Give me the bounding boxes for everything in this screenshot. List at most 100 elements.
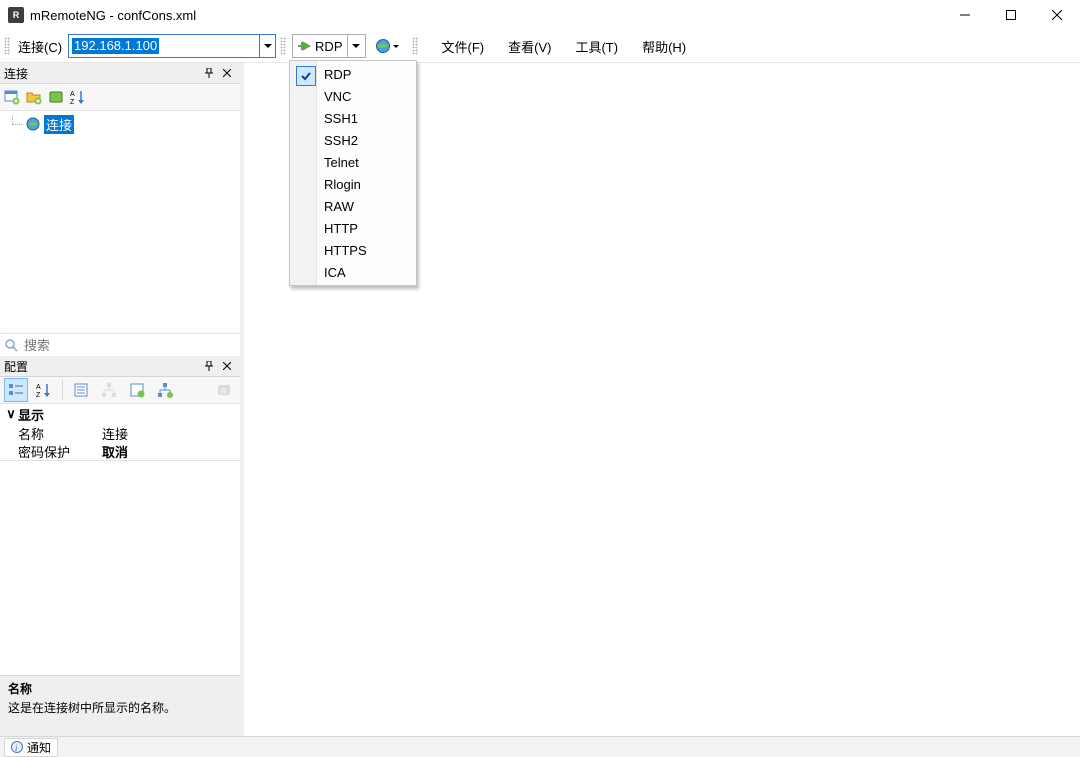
globe-dropdown-caret [393, 45, 399, 48]
globe-icon [375, 38, 391, 54]
property-key: 密码保护 [18, 442, 102, 461]
left-column: 连接 AZ [0, 63, 244, 738]
inheritance-button [97, 378, 121, 402]
protocol-option-label: SSH2 [324, 133, 358, 148]
config-panel-header: 配置 [0, 356, 240, 377]
default-inheritance-button[interactable] [153, 378, 177, 402]
default-properties-button[interactable] [125, 378, 149, 402]
menu-item[interactable]: 帮助(H) [630, 33, 698, 60]
title-bar: R mRemoteNG - confCons.xml [0, 0, 1080, 30]
protocol-icon [296, 38, 312, 54]
protocol-option[interactable]: RDP [292, 63, 414, 85]
property-key: 名称 [18, 424, 102, 443]
config-close-button[interactable] [218, 357, 236, 375]
property-description: 名称 这是在连接树中所显示的名称。 [0, 675, 240, 738]
svg-text:Z: Z [36, 392, 41, 398]
toolbar-grip[interactable] [4, 37, 10, 55]
config-toolbar: AZ R [0, 377, 240, 404]
globe-icon [26, 117, 40, 131]
notifications-button[interactable]: i 通知 [4, 738, 58, 757]
search-icon [4, 338, 18, 352]
property-value[interactable]: 取消 [102, 442, 128, 461]
window-title: mRemoteNG - confCons.xml [30, 8, 196, 23]
protocol-option-label: SSH1 [324, 111, 358, 126]
protocol-option-label: VNC [324, 89, 351, 104]
protocol-option[interactable]: Telnet [292, 151, 414, 173]
menu-item[interactable]: 工具(T) [563, 33, 630, 60]
minimize-button[interactable] [942, 0, 988, 30]
categorized-button[interactable] [4, 378, 28, 402]
globe-button[interactable] [370, 34, 404, 58]
close-button[interactable] [1034, 0, 1080, 30]
maximize-button[interactable] [988, 0, 1034, 30]
protocol-option[interactable]: VNC [292, 85, 414, 107]
new-connection-icon[interactable] [4, 89, 20, 105]
tree-root-node[interactable]: 连接 [2, 115, 238, 133]
menu-item[interactable]: 文件(F) [430, 33, 497, 60]
property-desc-body: 这是在连接树中所显示的名称。 [8, 699, 232, 716]
protocol-dropdown-list[interactable]: RDP VNC SSH1 SSH2 Telnet Rlogin RAW HTTP HTTPS IC… [289, 60, 417, 286]
properties-button[interactable] [69, 378, 93, 402]
property-row[interactable]: 名称连接 [0, 424, 240, 442]
connection-search-row [0, 333, 240, 356]
connections-pin-button[interactable] [200, 64, 218, 82]
protocol-option-label: HTTP [324, 221, 358, 236]
toolbar-grip-3[interactable] [412, 37, 418, 55]
sort-az-icon[interactable]: AZ [70, 89, 86, 105]
status-bar: i 通知 [0, 736, 1080, 757]
protocol-dropdown-arrow[interactable] [347, 35, 365, 57]
svg-text:R: R [221, 387, 227, 396]
property-grid[interactable]: ∨ 显示 名称连接密码保护取消 [0, 404, 240, 461]
host-status-button: R [212, 378, 236, 402]
address-input[interactable] [69, 36, 259, 56]
protocol-option[interactable]: Rlogin [292, 173, 414, 195]
address-dropdown-arrow[interactable] [259, 35, 275, 57]
connect-label: 连接(C) [18, 37, 62, 56]
config-pin-button[interactable] [200, 357, 218, 375]
toolbar-grip-2[interactable] [280, 37, 286, 55]
protocol-option[interactable]: ICA [292, 261, 414, 283]
protocol-option[interactable]: HTTPS [292, 239, 414, 261]
category-collapse-caret[interactable]: ∨ [4, 406, 18, 422]
property-value[interactable]: 连接 [102, 424, 128, 443]
connections-toolbar: AZ [0, 84, 240, 111]
protocol-option-label: Rlogin [324, 177, 361, 192]
tree-root-label[interactable]: 连接 [44, 115, 74, 134]
notifications-label: 通知 [27, 739, 51, 756]
app-icon: R [8, 7, 24, 23]
category-label: 显示 [18, 405, 44, 424]
protocol-option[interactable]: HTTP [292, 217, 414, 239]
property-desc-title: 名称 [8, 680, 232, 697]
menu-item[interactable]: 查看(V) [496, 33, 563, 60]
svg-text:Z: Z [70, 99, 75, 105]
info-icon: i [11, 741, 23, 753]
connection-tree[interactable]: 连接 [0, 111, 240, 333]
property-row[interactable]: 密码保护取消 [0, 442, 240, 460]
protocol-option-label: RAW [324, 199, 354, 214]
protocol-option-label: HTTPS [324, 243, 367, 258]
menu-bar: 文件(F)查看(V)工具(T)帮助(H) [430, 33, 699, 60]
protocol-option[interactable]: SSH2 [292, 129, 414, 151]
protocol-combo[interactable]: RDP [292, 34, 365, 58]
connections-panel-title: 连接 [4, 65, 28, 82]
protocol-option[interactable]: SSH1 [292, 107, 414, 129]
address-combo[interactable]: 192.168.1.100 [68, 34, 276, 58]
property-grid-body [0, 461, 240, 675]
svg-text:A: A [36, 384, 41, 391]
alphabetical-button[interactable]: AZ [32, 378, 56, 402]
connection-search-input[interactable] [22, 337, 236, 354]
protocol-option-label: ICA [324, 265, 346, 280]
check-icon [296, 66, 316, 86]
view-icon[interactable] [48, 89, 64, 105]
connections-panel-header: 连接 [0, 63, 240, 84]
protocol-value: RDP [315, 39, 346, 54]
property-category[interactable]: ∨ 显示 [0, 404, 240, 424]
new-folder-icon[interactable] [26, 89, 42, 105]
connections-close-button[interactable] [218, 64, 236, 82]
main-toolbar: 连接(C) 192.168.1.100 RDP 文件(F)查看(V)工具(T)帮… [0, 30, 1080, 63]
protocol-option[interactable]: RAW [292, 195, 414, 217]
protocol-option-label: Telnet [324, 155, 359, 170]
config-panel-title: 配置 [4, 358, 28, 375]
svg-text:A: A [70, 91, 75, 98]
main-area: 连接 AZ [0, 63, 1080, 738]
